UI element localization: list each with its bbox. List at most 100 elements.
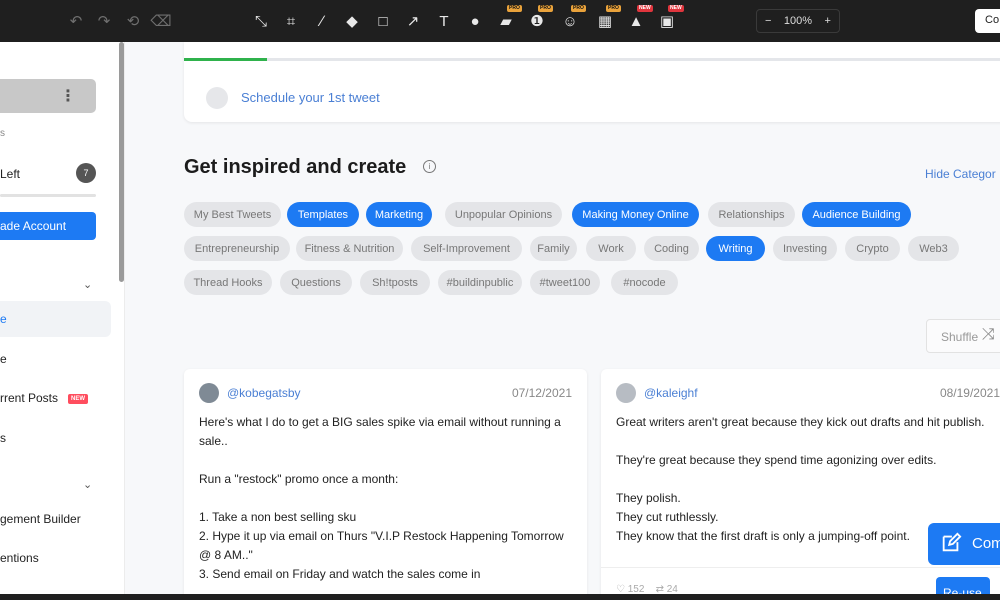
tweet-date: 07/12/2021 xyxy=(511,386,572,400)
account-switcher[interactable]: ⋮ xyxy=(0,79,96,113)
crop-icon[interactable]: ⌗ xyxy=(281,11,301,31)
tweet-line: 1. Take a non best selling sku xyxy=(199,510,357,524)
category-chip[interactable]: Templates xyxy=(287,202,359,227)
rectangle-icon[interactable]: □ xyxy=(373,11,393,31)
category-chip[interactable]: Marketing xyxy=(366,202,432,227)
sidebar-item-mentions[interactable]: entions xyxy=(0,540,111,576)
tweet-stats: ♡ 152 ⇄ 24 xyxy=(616,584,678,594)
toolbar-action-button[interactable]: Co xyxy=(975,9,1000,33)
pro-badge: PRO xyxy=(571,5,586,12)
schedule-card: Schedule your 1st tweet xyxy=(184,42,1000,122)
category-chip[interactable]: Questions xyxy=(280,270,352,295)
fill-icon[interactable]: ◆ xyxy=(342,11,362,31)
sidebar-scrollbar[interactable] xyxy=(119,42,124,282)
tweet-card[interactable]: @kobegatsby 07/12/2021 Here's what I do … xyxy=(184,369,587,594)
chevron-down-icon[interactable]: ⌄ xyxy=(83,478,92,491)
schedule-first-tweet-link[interactable]: Schedule your 1st tweet xyxy=(241,90,380,105)
category-chip[interactable]: Crypto xyxy=(845,236,900,261)
redo-icon[interactable]: ↷ xyxy=(94,11,114,31)
add-image-icon[interactable]: ▦ PRO xyxy=(595,5,621,31)
like-count: 152 xyxy=(627,584,645,594)
blur-drop-icon[interactable]: ● xyxy=(465,11,485,31)
resize-icon[interactable]: ⤡ xyxy=(251,11,271,31)
account-stat-label: s xyxy=(0,128,5,139)
upgrade-account-button[interactable]: ade Account xyxy=(0,212,96,240)
zoom-out-button[interactable]: − xyxy=(765,15,771,27)
remaining-label: Left xyxy=(0,167,21,181)
category-chip[interactable]: Writing xyxy=(706,236,765,261)
tweet-line: 3. Send email on Friday and watch the sa… xyxy=(199,567,481,581)
sidebar-item-schedule[interactable]: e xyxy=(0,341,111,377)
tweet-line: Here's what I do to get a BIG sales spik… xyxy=(199,415,561,448)
category-chip[interactable]: Relationships xyxy=(708,202,795,227)
category-chip[interactable]: Self-Improvement xyxy=(411,236,522,261)
text-icon[interactable]: T xyxy=(434,11,454,31)
chevron-down-icon[interactable]: ⌄ xyxy=(83,278,92,291)
category-chip[interactable]: Making Money Online xyxy=(572,202,699,227)
category-chip[interactable]: Coding xyxy=(644,236,699,261)
category-chip[interactable]: Sh!tposts xyxy=(360,270,430,295)
avatar xyxy=(616,383,636,403)
callout-icon[interactable]: ▰ PRO xyxy=(496,5,522,31)
reset-icon[interactable]: ⟲ xyxy=(123,11,143,31)
category-chip[interactable]: Fitness & Nutrition xyxy=(296,236,403,261)
card-divider xyxy=(601,567,1000,568)
tweet-date: 08/19/2021 xyxy=(939,386,1000,400)
info-icon[interactable]: i xyxy=(423,160,436,173)
onboarding-progress-bar xyxy=(184,58,1000,61)
new-badge: NEW xyxy=(68,393,89,404)
sidebar-item-label: entions xyxy=(0,551,39,565)
retweet-icon: ⇄ xyxy=(655,584,664,594)
category-chip[interactable]: Audience Building xyxy=(802,202,911,227)
category-chip[interactable]: My Best Tweets xyxy=(184,202,281,227)
zoom-in-button[interactable]: + xyxy=(825,15,831,27)
arrow-icon[interactable]: ↗ xyxy=(403,11,423,31)
sidebar-item-drafts[interactable]: s xyxy=(0,420,111,456)
category-chip[interactable]: #nocode xyxy=(611,270,678,295)
checklist-circle-icon[interactable] xyxy=(206,87,228,109)
zoom-level: 100% xyxy=(783,15,813,27)
edit-icon xyxy=(942,532,962,552)
sidebar: ⋮ s Left 7 ade Account ⌄ e e rrent Posts… xyxy=(0,42,125,594)
tweet-line: Run a "restock" promo once a month: xyxy=(199,472,399,486)
sidebar-item-label: rrent Posts xyxy=(0,391,59,405)
reuse-button[interactable]: Re-use xyxy=(936,577,990,594)
category-chip[interactable]: Thread Hooks xyxy=(184,270,272,295)
undo-icon[interactable]: ↶ xyxy=(66,11,86,31)
category-chip[interactable]: Work xyxy=(586,236,636,261)
hide-categories-link[interactable]: Hide Categor xyxy=(925,167,996,181)
sidebar-item-create[interactable]: e xyxy=(0,301,111,337)
category-chip[interactable]: Family xyxy=(530,236,577,261)
tweet-line: Great writers aren't great because they … xyxy=(616,415,985,429)
heart-icon: ♡ xyxy=(616,584,625,594)
category-chip[interactable]: Investing xyxy=(773,236,837,261)
shuffle-button[interactable]: Shuffle ⤨ xyxy=(926,319,1000,353)
section-title: Get inspired and create xyxy=(184,156,407,178)
frame-icon[interactable]: ▣ NEW xyxy=(657,5,684,31)
sidebar-item-engagement-builder[interactable]: gement Builder xyxy=(0,501,111,537)
tweet-line: 2. Hype it up via email on Thurs "V.I.P … xyxy=(199,529,564,562)
category-chip[interactable]: Web3 xyxy=(908,236,959,261)
compose-button[interactable]: Com xyxy=(928,523,1000,565)
bottom-bar xyxy=(0,594,1000,600)
eraser-icon[interactable]: ⌫ xyxy=(150,11,171,31)
tweet-handle[interactable]: @kobegatsby xyxy=(227,386,301,400)
tweet-line xyxy=(199,451,574,470)
more-vertical-icon[interactable]: ⋮ xyxy=(60,86,76,106)
tweet-line: They polish. xyxy=(616,491,681,505)
stamp-icon[interactable]: ▲ NEW xyxy=(626,5,653,31)
avatar xyxy=(199,383,219,403)
tweet-line xyxy=(616,432,991,451)
category-chip[interactable]: #buildinpublic xyxy=(438,270,522,295)
tweet-handle[interactable]: @kaleighf xyxy=(644,386,698,400)
category-chip[interactable]: Unpopular Opinions xyxy=(445,202,562,227)
step-number-icon[interactable]: ❶ PRO xyxy=(527,5,553,31)
category-chip[interactable]: Entrepreneurship xyxy=(184,236,290,261)
sidebar-item-label: s xyxy=(0,431,6,445)
emoji-icon[interactable]: ☺ PRO xyxy=(560,5,586,31)
category-chip[interactable]: #tweet100 xyxy=(530,270,600,295)
pen-icon[interactable]: ∕ xyxy=(312,11,332,31)
usage-bar xyxy=(0,194,96,197)
sidebar-item-recurrent-posts[interactable]: rrent Posts NEW xyxy=(0,380,111,416)
new-badge: NEW xyxy=(637,5,653,12)
